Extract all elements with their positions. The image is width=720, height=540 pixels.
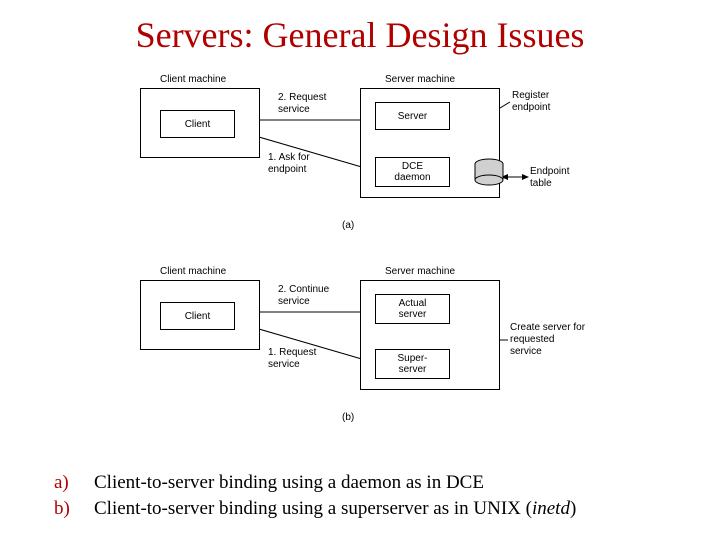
b-request-service-label: 1. Request service <box>268 347 316 371</box>
endpoint-table-icon <box>472 158 506 188</box>
b-super-server-box: Super- server <box>375 349 450 379</box>
a-server-machine-label: Server machine <box>385 74 455 86</box>
page-title: Servers: General Design Issues <box>0 0 720 56</box>
b-create-server-label: Create server for requested service <box>510 322 585 358</box>
b-client-machine-label: Client machine <box>160 266 226 278</box>
b-continue-service-label: 2. Continue service <box>278 284 329 308</box>
b-server-machine-label: Server machine <box>385 266 455 278</box>
a-ask-endpoint-label: 1. Ask for endpoint <box>268 152 310 176</box>
a-dce-daemon-box: DCE daemon <box>375 157 450 187</box>
a-dce-daemon-text: DCE daemon <box>394 161 430 183</box>
a-client-text: Client <box>185 119 211 130</box>
a-server-box: Server <box>375 102 450 130</box>
b-super-server-text: Super- server <box>397 353 427 375</box>
caption-a-letter: a) <box>54 470 76 496</box>
caption-row-a: a) Client-to-server binding using a daem… <box>54 470 694 496</box>
b-client-text: Client <box>185 311 211 322</box>
a-figure-label: (a) <box>342 220 354 231</box>
caption-a-text: Client-to-server binding using a daemon … <box>94 470 484 496</box>
b-actual-server-box: Actual server <box>375 294 450 324</box>
a-server-text: Server <box>398 111 427 122</box>
b-actual-server-text: Actual server <box>399 298 427 320</box>
caption-b-text: Client-to-server binding using a superse… <box>94 496 576 522</box>
a-register-endpoint-label: Register endpoint <box>512 90 550 114</box>
a-client-box: Client <box>160 110 235 138</box>
diagram: Client machine Server machine Client Ser… <box>130 72 600 452</box>
b-client-box: Client <box>160 302 235 330</box>
b-figure-label: (b) <box>342 412 354 423</box>
a-request-service-label: 2. Request service <box>278 92 326 116</box>
caption-b-letter: b) <box>54 496 76 522</box>
a-client-machine-label: Client machine <box>160 74 226 86</box>
a-endpoint-table-label: Endpoint table <box>530 166 569 190</box>
caption-row-b: b) Client-to-server binding using a supe… <box>54 496 694 522</box>
caption-block: a) Client-to-server binding using a daem… <box>54 470 694 521</box>
